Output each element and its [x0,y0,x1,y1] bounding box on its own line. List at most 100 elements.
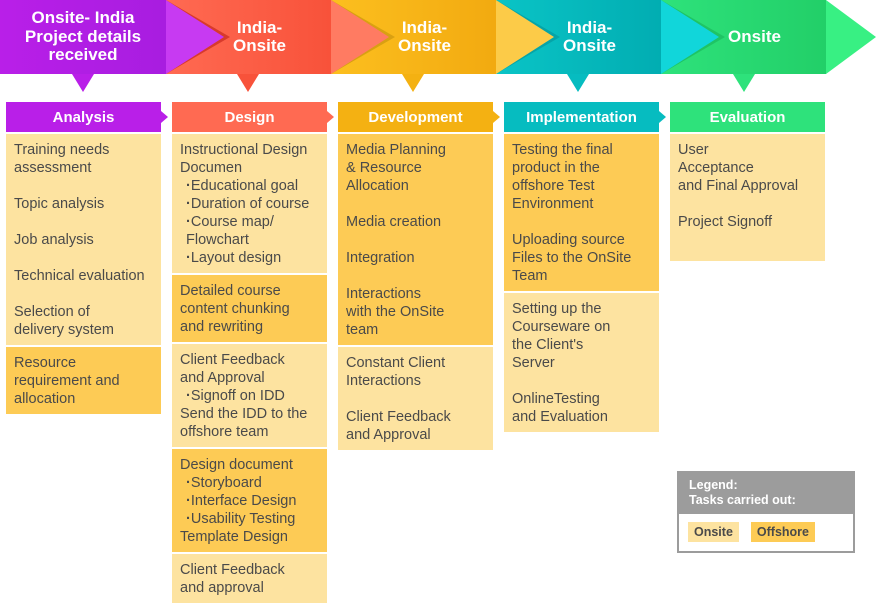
banner-text-line: India- [566,17,613,37]
column-header: Development [338,102,500,132]
column-title: Evaluation [709,108,786,126]
task-item: Client Feedback and Approval [346,408,485,444]
offshore-task-block: Media Planning & Resource Allocation Media … [338,132,493,345]
banner-text-line: Onsite [398,36,451,55]
offshore-task-block: Testing the final product in the offshore … [504,132,659,291]
task-text: Allocation [346,178,409,194]
task-text: team [346,322,379,338]
column-header: Evaluation [670,102,825,132]
task-text: Technical evaluation [14,268,145,284]
task-item: Topic analysis [14,195,153,213]
column-development: Development Media Planning & Resource Allo… [338,102,500,450]
task-item: OnlineTesting and Evaluation [512,390,651,426]
column-design: Design Instructional Design DocumenEducat… [172,102,334,603]
task-text: Integration [346,250,415,266]
header-arrow-icon [327,111,334,123]
task-item: Uploading source Files to the OnSite Team [512,231,651,285]
task-item: Training needs assessment [14,141,153,177]
offshore-task-block: Design documentStoryboardInterface Desig… [172,447,327,552]
sub-task-bullet: Storyboard [180,474,319,492]
sub-task-bullet: Educational goal [180,177,319,195]
onsite-task-block: Client Feedback and ApprovalSignoff on ID… [172,342,327,447]
task-item: User Acceptance and Final Approval [678,141,817,195]
column-title: Design [224,108,275,126]
task-item: Constant Client Interactions [346,354,485,390]
task-text: and rewriting [180,319,264,335]
header-arrow-icon [659,111,666,123]
legend-subtitle: Tasks carried out: [689,493,796,507]
task-text: content chunking [180,301,290,317]
onsite-task-block: Setting up the Courseware on the Client's S… [504,291,659,432]
task-text: with the OnSite [346,304,445,320]
task-text: Resource [14,355,77,371]
onsite-task-block: Constant Client Interactions Client Feedba… [338,345,493,450]
task-text: offshore Test [512,178,595,194]
task-text: Instructional Design [180,142,308,158]
column-title: Implementation [526,108,637,126]
sub-task-bullet: Signoff on IDD [180,387,319,405]
sub-task-bullet: Course map/ Flowchart [180,213,319,249]
down-pointer-icon [402,74,424,92]
task-text: Design document [180,457,293,473]
task-text: and Approval [180,370,265,386]
task-item: Setting up the Courseware on the Client's S… [512,300,651,372]
task-text: Client Feedback [180,562,285,578]
task-text: Files to the OnSite [512,250,632,266]
task-text: OnlineTesting [512,391,600,407]
task-text: Media creation [346,214,442,230]
task-item: Project Signoff [678,213,817,231]
task-text: and Approval [346,427,431,443]
sub-task-bullet: Duration of course [180,195,319,213]
onsite-task-block: Instructional Design DocumenEducational g… [172,132,327,273]
banner-text-line: India- [236,17,283,37]
task-text: Team [512,268,548,284]
column-header: Design [172,102,334,132]
column-title: Analysis [52,108,115,126]
legend: Legend: Tasks carried out: Onsite Offsho… [677,471,855,553]
task-text: and Evaluation [512,409,608,425]
task-text: offshore team [180,424,269,440]
offshore-task-block: Detailed course content chunking and rewri… [172,273,327,342]
task-text: Training needs [14,142,110,158]
task-text: Client Feedback [346,409,451,425]
chevron-arrow-icon [331,0,389,74]
sub-task-bullet: Interface Design [180,492,319,510]
task-text: Client Feedback [180,352,285,368]
task-item: Interactions with the OnSite team [346,285,485,339]
task-text: Acceptance [678,160,754,176]
task-text: Detailed course [180,283,281,299]
task-item: Media Planning & Resource Allocation [346,141,485,195]
column-header: Analysis [6,102,168,132]
task-item: Resource requirement and allocation [14,354,153,408]
task-text: Uploading source [512,232,625,248]
task-text: requirement and [14,373,120,389]
task-text: Documen [180,160,243,176]
down-pointer-icon [72,74,94,92]
task-text: Project Signoff [678,214,773,230]
task-item: Job analysis [14,231,153,249]
onsite-task-block: Training needs assessment Topic analysis Jo… [6,132,161,345]
header-arrow-icon [161,111,168,123]
column-header: Implementation [504,102,666,132]
legend-title: Legend: [689,478,738,492]
column-analysis: Analysis Training needs assessment Topic a… [6,102,168,414]
chevron-arrow-icon [496,0,554,74]
banner-text-line: Onsite [233,36,286,55]
task-text: and approval [180,580,264,596]
task-text: and Final Approval [678,178,799,194]
task-text: Testing the final [512,142,613,158]
task-text: Constant Client [346,355,446,371]
banner-text-line: Onsite [728,26,781,46]
task-text: assessment [14,160,92,176]
task-text: Template Design [180,529,288,545]
task-text: Send the IDD to the [180,406,308,422]
legend-onsite: Onsite [688,522,739,542]
task-text: allocation [14,391,76,407]
chevron-arrow-icon [661,0,719,74]
sub-task-bullet: Usability Testing [180,510,319,528]
column-title: Development [368,108,463,126]
offshore-task-block: Resource requirement and allocation [6,345,161,414]
task-text: Server [512,355,555,371]
task-text: Topic analysis [14,196,105,212]
task-text: delivery system [14,322,114,338]
